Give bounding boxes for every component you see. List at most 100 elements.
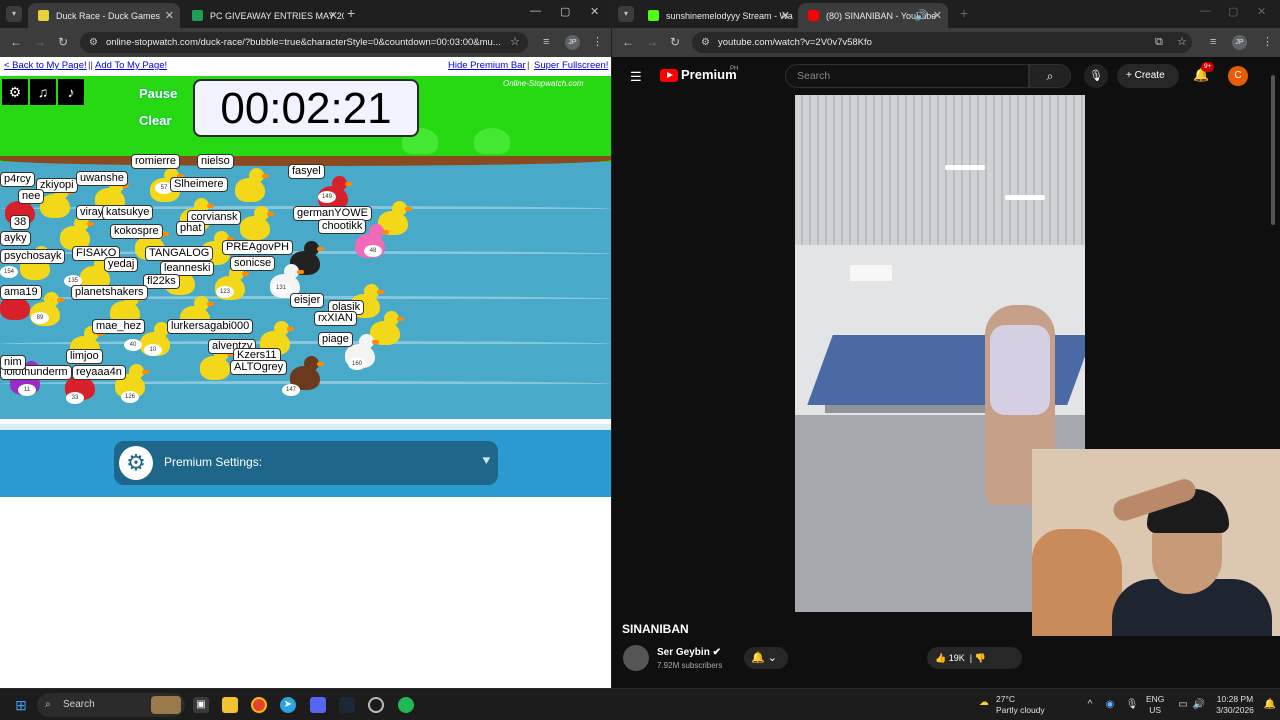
super-fullscreen-link[interactable]: Super Fullscreen! — [534, 60, 608, 71]
minimize-icon[interactable]: — — [530, 5, 541, 17]
youtube-premium-logo[interactable]: Premium — [681, 67, 737, 82]
add-to-my-page-link[interactable]: Add To My Page! — [95, 60, 167, 71]
close-window-icon[interactable]: ✕ — [1257, 5, 1266, 18]
tab-title: sunshinemelodyyy Stream - Wa — [666, 10, 793, 21]
tab-kick-stream[interactable]: sunshinemelodyyy Stream - Wa ✕ — [638, 3, 796, 28]
input-language[interactable]: ENG US — [1146, 694, 1164, 716]
new-tab-icon[interactable]: + — [347, 6, 355, 20]
scrollbar-thumb[interactable] — [1271, 75, 1275, 225]
profile-avatar[interactable]: JP — [565, 35, 580, 50]
network-tray-icon[interactable]: ◉ — [1102, 697, 1118, 713]
new-tab-icon[interactable]: + — [960, 6, 968, 20]
task-view-icon[interactable]: ▣ — [193, 697, 209, 713]
tab-giveaway[interactable]: PC GIVEAWAY ENTRIES MAY 20 ✕ — [182, 3, 344, 28]
notifications-icon[interactable]: 🔔 — [1262, 697, 1278, 713]
display-icon[interactable]: ▭ — [1175, 697, 1191, 713]
verified-check-icon: ✔ — [712, 647, 721, 658]
link-separator: | — [527, 60, 530, 71]
tab-menu-icon[interactable]: ≡ — [543, 36, 549, 48]
microphone-icon[interactable]: 🎙 — [1084, 64, 1108, 88]
tab-menu-icon[interactable]: ≡ — [1210, 36, 1216, 48]
microphone-tray-icon[interactable]: 🎙 — [1124, 697, 1140, 713]
channel-avatar[interactable] — [623, 645, 649, 671]
close-tab-icon[interactable]: ✕ — [329, 9, 338, 22]
search-icon: ⌕ — [45, 699, 51, 710]
maximize-icon[interactable]: ▢ — [560, 5, 570, 18]
racer-name-tag: psychosayk — [0, 249, 66, 264]
tab-duck-race[interactable]: Duck Race - Duck Games ✕ — [28, 3, 180, 28]
discord-icon[interactable] — [310, 697, 326, 713]
racer-name-tag: eisjer — [290, 293, 325, 308]
windows-start-icon[interactable]: ⊞ — [13, 697, 29, 713]
back-icon[interactable]: ← — [10, 35, 22, 49]
address-bar[interactable]: ⚙ online-stopwatch.com/duck-race/?bubble… — [80, 32, 528, 53]
search-button[interactable]: ⌕ — [1029, 64, 1071, 88]
subscription-notifications-button[interactable]: 🔔 ⌄ — [744, 647, 788, 669]
volume-icon[interactable]: 🔊 — [1191, 697, 1207, 713]
premium-settings-button[interactable]: ⚙ Premium Settings: ⯆ — [114, 441, 498, 485]
clear-button[interactable]: Clear — [139, 113, 172, 128]
racer-name-tag: romierre — [131, 154, 180, 169]
more-menu-icon[interactable]: ⋮ — [1262, 36, 1273, 48]
like-count: 19K — [948, 653, 965, 663]
address-bar[interactable]: ⚙ youtube.com/watch?v=2V0v7v58Kfo — [692, 32, 1192, 53]
youtube-logo-icon[interactable] — [660, 69, 678, 82]
racer-name-tag: p4rcy — [0, 172, 35, 187]
forward-icon[interactable]: → — [34, 35, 46, 49]
site-info-icon[interactable]: ⚙ — [701, 32, 710, 53]
close-tab-icon[interactable]: ✕ — [933, 9, 942, 22]
telegram-icon[interactable]: ➤ — [280, 697, 296, 713]
tab-youtube[interactable]: (80) SINANIBAN - YouTube 🔊 ✕ — [798, 3, 948, 28]
clock-time: 10:28 PM — [1216, 694, 1254, 704]
steam-icon[interactable] — [339, 697, 355, 713]
account-avatar[interactable]: C — [1228, 66, 1248, 86]
tray-overflow-icon[interactable]: ^ — [1082, 697, 1098, 713]
weather-widget[interactable]: 27°C Partly cloudy — [996, 694, 1045, 716]
maximize-icon[interactable]: ▢ — [1228, 5, 1238, 18]
pause-button[interactable]: Pause — [139, 86, 177, 101]
tab-strip: ▾ Duck Race - Duck Games ✕ PC GIVEAWAY E… — [0, 0, 611, 28]
subscriber-count: 7.92M subscribers — [657, 661, 723, 670]
weather-icon[interactable]: ☁ — [976, 695, 992, 711]
racer-name-tag: PREAgovPH — [222, 240, 293, 255]
gear-icon[interactable]: ⚙ — [2, 79, 28, 105]
alarm-sound-icon[interactable]: ♪ — [58, 79, 84, 105]
tab-strip: ▾ sunshinemelodyyy Stream - Wa ✕ (80) SI… — [612, 0, 1280, 28]
bookmark-star-icon[interactable]: ☆ — [1177, 36, 1187, 48]
profile-avatar[interactable]: JP — [1232, 35, 1247, 50]
back-icon[interactable]: ← — [622, 35, 634, 49]
close-tab-icon[interactable]: ✕ — [165, 9, 174, 22]
forward-icon[interactable]: → — [646, 35, 658, 49]
duck-number: 48 — [364, 245, 382, 257]
chrome-icon[interactable] — [251, 697, 267, 713]
countdown-timer: 00:02:21 — [193, 79, 419, 137]
tab-search-icon[interactable]: ▾ — [6, 6, 22, 22]
back-to-my-page-link[interactable]: < Back to My Page! — [4, 60, 87, 71]
racer-name-tag: mae_hez — [92, 319, 146, 334]
menu-icon[interactable]: ☰ — [630, 69, 642, 85]
more-menu-icon[interactable]: ⋮ — [592, 36, 603, 48]
channel-name[interactable]: Ser Geybin ✔ — [657, 647, 721, 658]
tab-search-icon[interactable]: ▾ — [618, 6, 634, 22]
music-off-icon[interactable]: ♫ — [30, 79, 56, 105]
site-info-icon[interactable]: ⚙ — [89, 32, 98, 53]
hide-premium-bar-link[interactable]: Hide Premium Bar — [448, 60, 526, 71]
reload-icon[interactable]: ↻ — [58, 35, 68, 49]
bookmark-star-icon[interactable]: ☆ — [510, 36, 520, 48]
obs-icon[interactable] — [368, 697, 384, 713]
minimize-icon[interactable]: — — [1200, 5, 1211, 17]
like-dislike-button[interactable]: 👍 19K | 👎 — [927, 647, 1022, 669]
spotify-icon[interactable] — [398, 697, 414, 713]
search-input[interactable]: Search — [785, 64, 1029, 88]
install-app-icon[interactable]: ⧉ — [1155, 36, 1163, 48]
file-explorer-icon[interactable] — [222, 697, 238, 713]
speaker-icon[interactable]: 🔊 — [914, 9, 928, 22]
close-window-icon[interactable]: ✕ — [590, 5, 599, 18]
reload-icon[interactable]: ↻ — [670, 35, 680, 49]
clock[interactable]: 10:28 PM 3/30/2026 — [1213, 694, 1257, 716]
region-code: US — [1149, 705, 1162, 715]
close-tab-icon[interactable]: ✕ — [781, 9, 790, 22]
taskbar-search[interactable]: ⌕ Search — [37, 693, 185, 717]
duck-race-canvas[interactable]: ⚙ ♫ ♪ Pause Clear 00:02:21 Online-Stopwa… — [0, 76, 611, 419]
create-button[interactable]: + Create — [1117, 64, 1179, 88]
